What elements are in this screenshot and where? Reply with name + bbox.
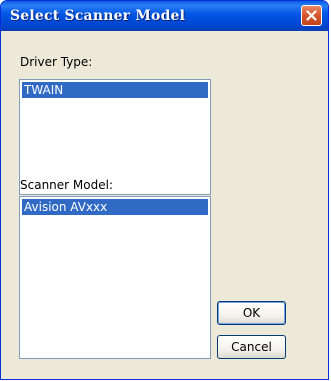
cancel-button[interactable]: Cancel (217, 335, 286, 359)
driver-type-item-twain[interactable]: TWAIN (22, 82, 208, 98)
scanner-model-label: Scanner Model: (20, 178, 113, 192)
title-bar[interactable]: Select Scanner Model (1, 1, 328, 31)
close-icon (306, 10, 317, 21)
scanner-model-listbox[interactable]: Avision AVxxx (19, 196, 211, 359)
dialog-window: Select Scanner Model Driver Type: TWAIN … (0, 0, 329, 380)
driver-type-label: Driver Type: (20, 55, 93, 69)
close-button[interactable] (301, 5, 322, 26)
scanner-model-item-avision[interactable]: Avision AVxxx (22, 199, 208, 215)
window-title: Select Scanner Model (10, 8, 186, 24)
ok-button[interactable]: OK (217, 301, 286, 325)
dialog-client-area: Driver Type: TWAIN Scanner Model: Avisio… (4, 31, 325, 376)
